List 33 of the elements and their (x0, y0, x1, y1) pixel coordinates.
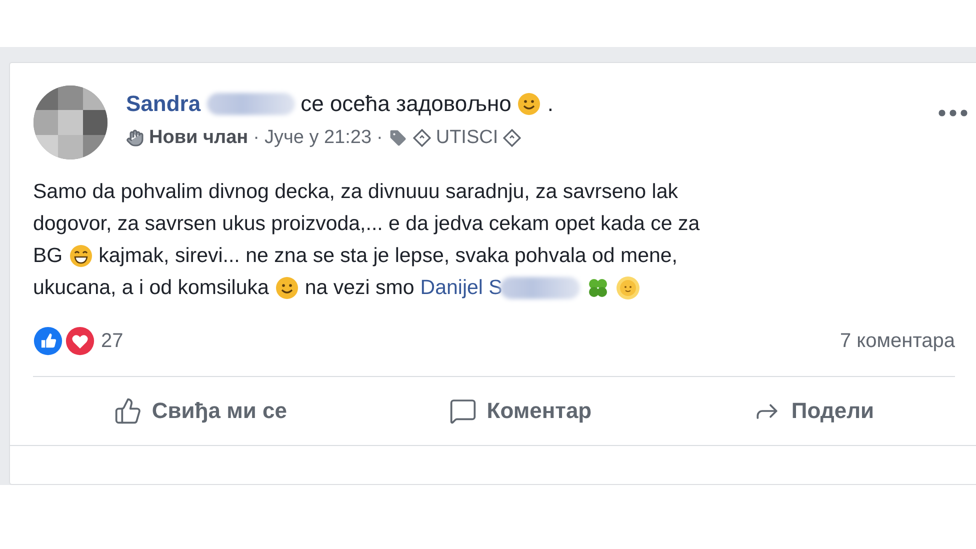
action-button[interactable]: Подели (745, 393, 882, 429)
reaction-count[interactable]: 27 (101, 330, 124, 352)
post-text: BG (33, 244, 63, 268)
post-text: na vezi smo (304, 276, 414, 300)
tagged-name-link[interactable]: Danijel S (420, 276, 502, 300)
post-text: dogovor, za savrsen ukus proizvoda,... e da jedva cekam opet kada ce za (33, 212, 700, 236)
feeling-text: се осећа задовољно (300, 91, 512, 117)
action-button[interactable]: Коментар (440, 393, 600, 429)
more-options-icon[interactable] (938, 109, 968, 117)
member-label: Нови члан (149, 127, 248, 149)
hand-icon (126, 129, 144, 147)
separator: · (376, 127, 383, 149)
sun-icon (616, 276, 640, 300)
diamond-icon (412, 129, 431, 147)
diamond-icon (503, 129, 522, 147)
separator: · (253, 127, 260, 149)
smiling-face-icon (274, 276, 299, 300)
post-time[interactable]: Јуче у 21:23 (264, 127, 372, 149)
smiling-face-icon (517, 92, 542, 116)
tag-icon (388, 128, 408, 148)
feeling-period: . (547, 91, 554, 117)
post-text: Samo da pohvalim divnog decka, za divnuuu saradnju, za savrseno lak (33, 180, 678, 204)
action-button[interactable]: Свиђа ми се (106, 393, 295, 429)
grinning-face-icon (68, 244, 93, 268)
post-text: ukucana, a i od komsiluka (33, 276, 269, 300)
group-name[interactable]: UTISCI (436, 127, 498, 149)
speech-bubble-icon (448, 397, 477, 425)
heart-reaction-icon[interactable] (65, 326, 95, 356)
thumbs-up-icon (114, 397, 142, 425)
comment-count[interactable]: 7 коментара (840, 330, 955, 352)
post-text: kajmak, sirevi... ne zna se sta je lepse, svaka pohvala od mene, (98, 244, 678, 268)
like-reaction-icon[interactable] (33, 326, 63, 356)
author-name[interactable]: Sandra (126, 91, 201, 117)
